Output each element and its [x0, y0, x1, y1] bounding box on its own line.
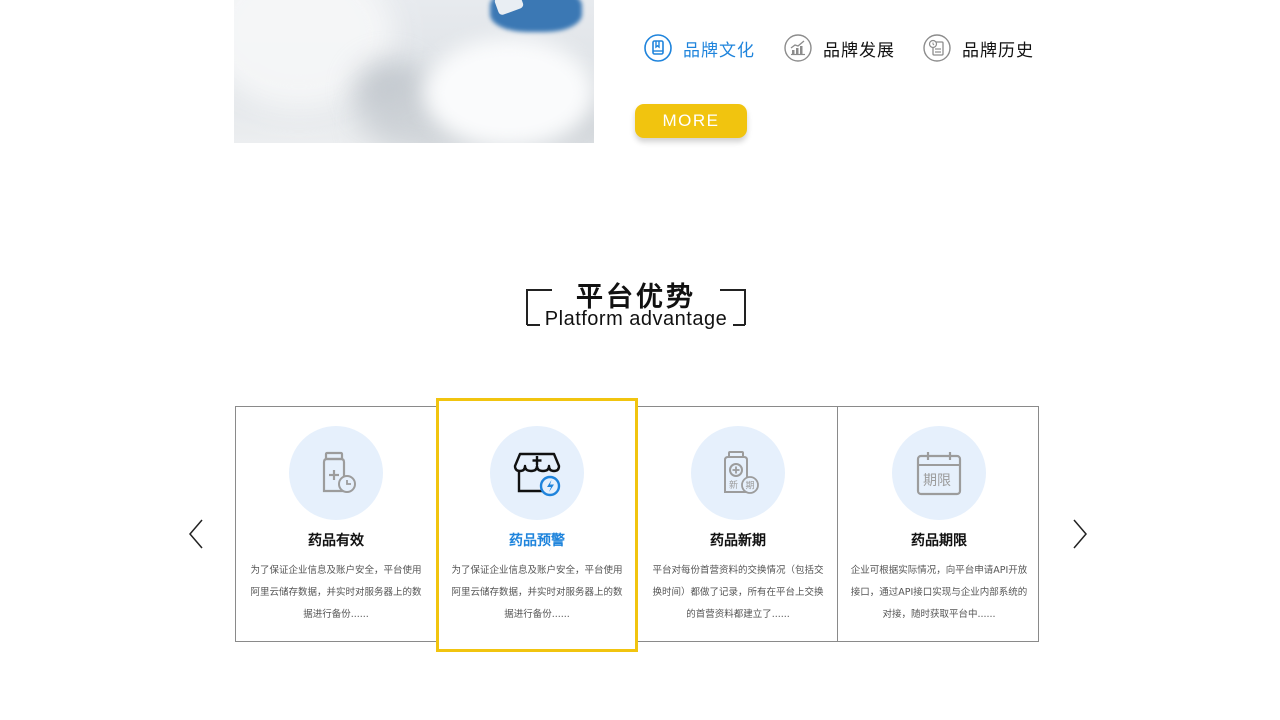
pharmacy-alert-icon [513, 452, 561, 497]
card-title: 药品有效 [308, 533, 364, 549]
card-medicine-valid[interactable]: 药品有效 为了保证企业信息及账户安全，平台使用阿里云储存数据，并实时对服务器上的… [235, 406, 437, 642]
card-icon-circle: 新 期 [691, 426, 785, 520]
svg-text:期: 期 [746, 481, 755, 492]
section-subtitle: Platform advantage [544, 308, 728, 330]
hero-lab-image [234, 0, 594, 143]
card-icon-circle [289, 426, 383, 520]
card-description: 企业可根据实际情况，向平台申请API开放接口，通过API接口实现与企业内部系统的… [850, 565, 1028, 620]
tab-label: 品牌发展 [823, 40, 895, 61]
card-medicine-new-period[interactable]: 新 期 药品新期 平台对每份首营资料的交换情况（包括交换时间）都做了记录，所有在… [637, 406, 839, 642]
growth-chart-icon [784, 34, 812, 62]
tab-brand-culture[interactable]: 品牌文化 [644, 33, 755, 63]
tab-brand-history[interactable]: 品牌历史 [923, 33, 1034, 63]
prev-arrow-icon[interactable] [187, 518, 205, 550]
book-icon [644, 34, 672, 62]
medicine-new-period-icon: 新 期 [724, 451, 759, 494]
card-medicine-deadline[interactable]: 期限 药品期限 企业可根据实际情况，向平台申请API开放接口，通过API接口实现… [838, 406, 1040, 642]
section-heading: 平台优势 Platform advantage [524, 276, 748, 332]
more-button[interactable]: MORE [635, 104, 747, 138]
card-description: 平台对每份首营资料的交换情况（包括交换时间）都做了记录，所有在平台上交换的首营资… [652, 565, 824, 620]
card-description: 为了保证企业信息及账户安全，平台使用阿里云储存数据，并实时对服务器上的数据进行备… [451, 565, 623, 620]
card-title: 药品期限 [911, 533, 967, 549]
tab-label: 品牌历史 [962, 40, 1034, 61]
card-icon-circle [490, 426, 584, 520]
tab-label: 品牌文化 [683, 40, 755, 61]
card-medicine-alert[interactable]: 药品预警 为了保证企业信息及账户安全，平台使用阿里云储存数据，并实时对服务器上的… [436, 398, 638, 652]
card-icon-circle: 期限 [892, 426, 986, 520]
tab-brand-development[interactable]: 品牌发展 [784, 33, 895, 63]
medicine-bottle-clock-icon [322, 451, 356, 493]
card-description: 为了保证企业信息及账户安全，平台使用阿里云储存数据，并实时对服务器上的数据进行备… [250, 565, 422, 620]
next-arrow-icon[interactable] [1071, 518, 1089, 550]
calendar-expiry-icon: 期限 [916, 452, 962, 496]
svg-text:期限: 期限 [923, 473, 951, 489]
history-document-icon [923, 34, 951, 62]
svg-text:新: 新 [729, 479, 738, 491]
card-title: 药品新期 [710, 533, 766, 549]
card-title: 药品预警 [509, 533, 565, 549]
